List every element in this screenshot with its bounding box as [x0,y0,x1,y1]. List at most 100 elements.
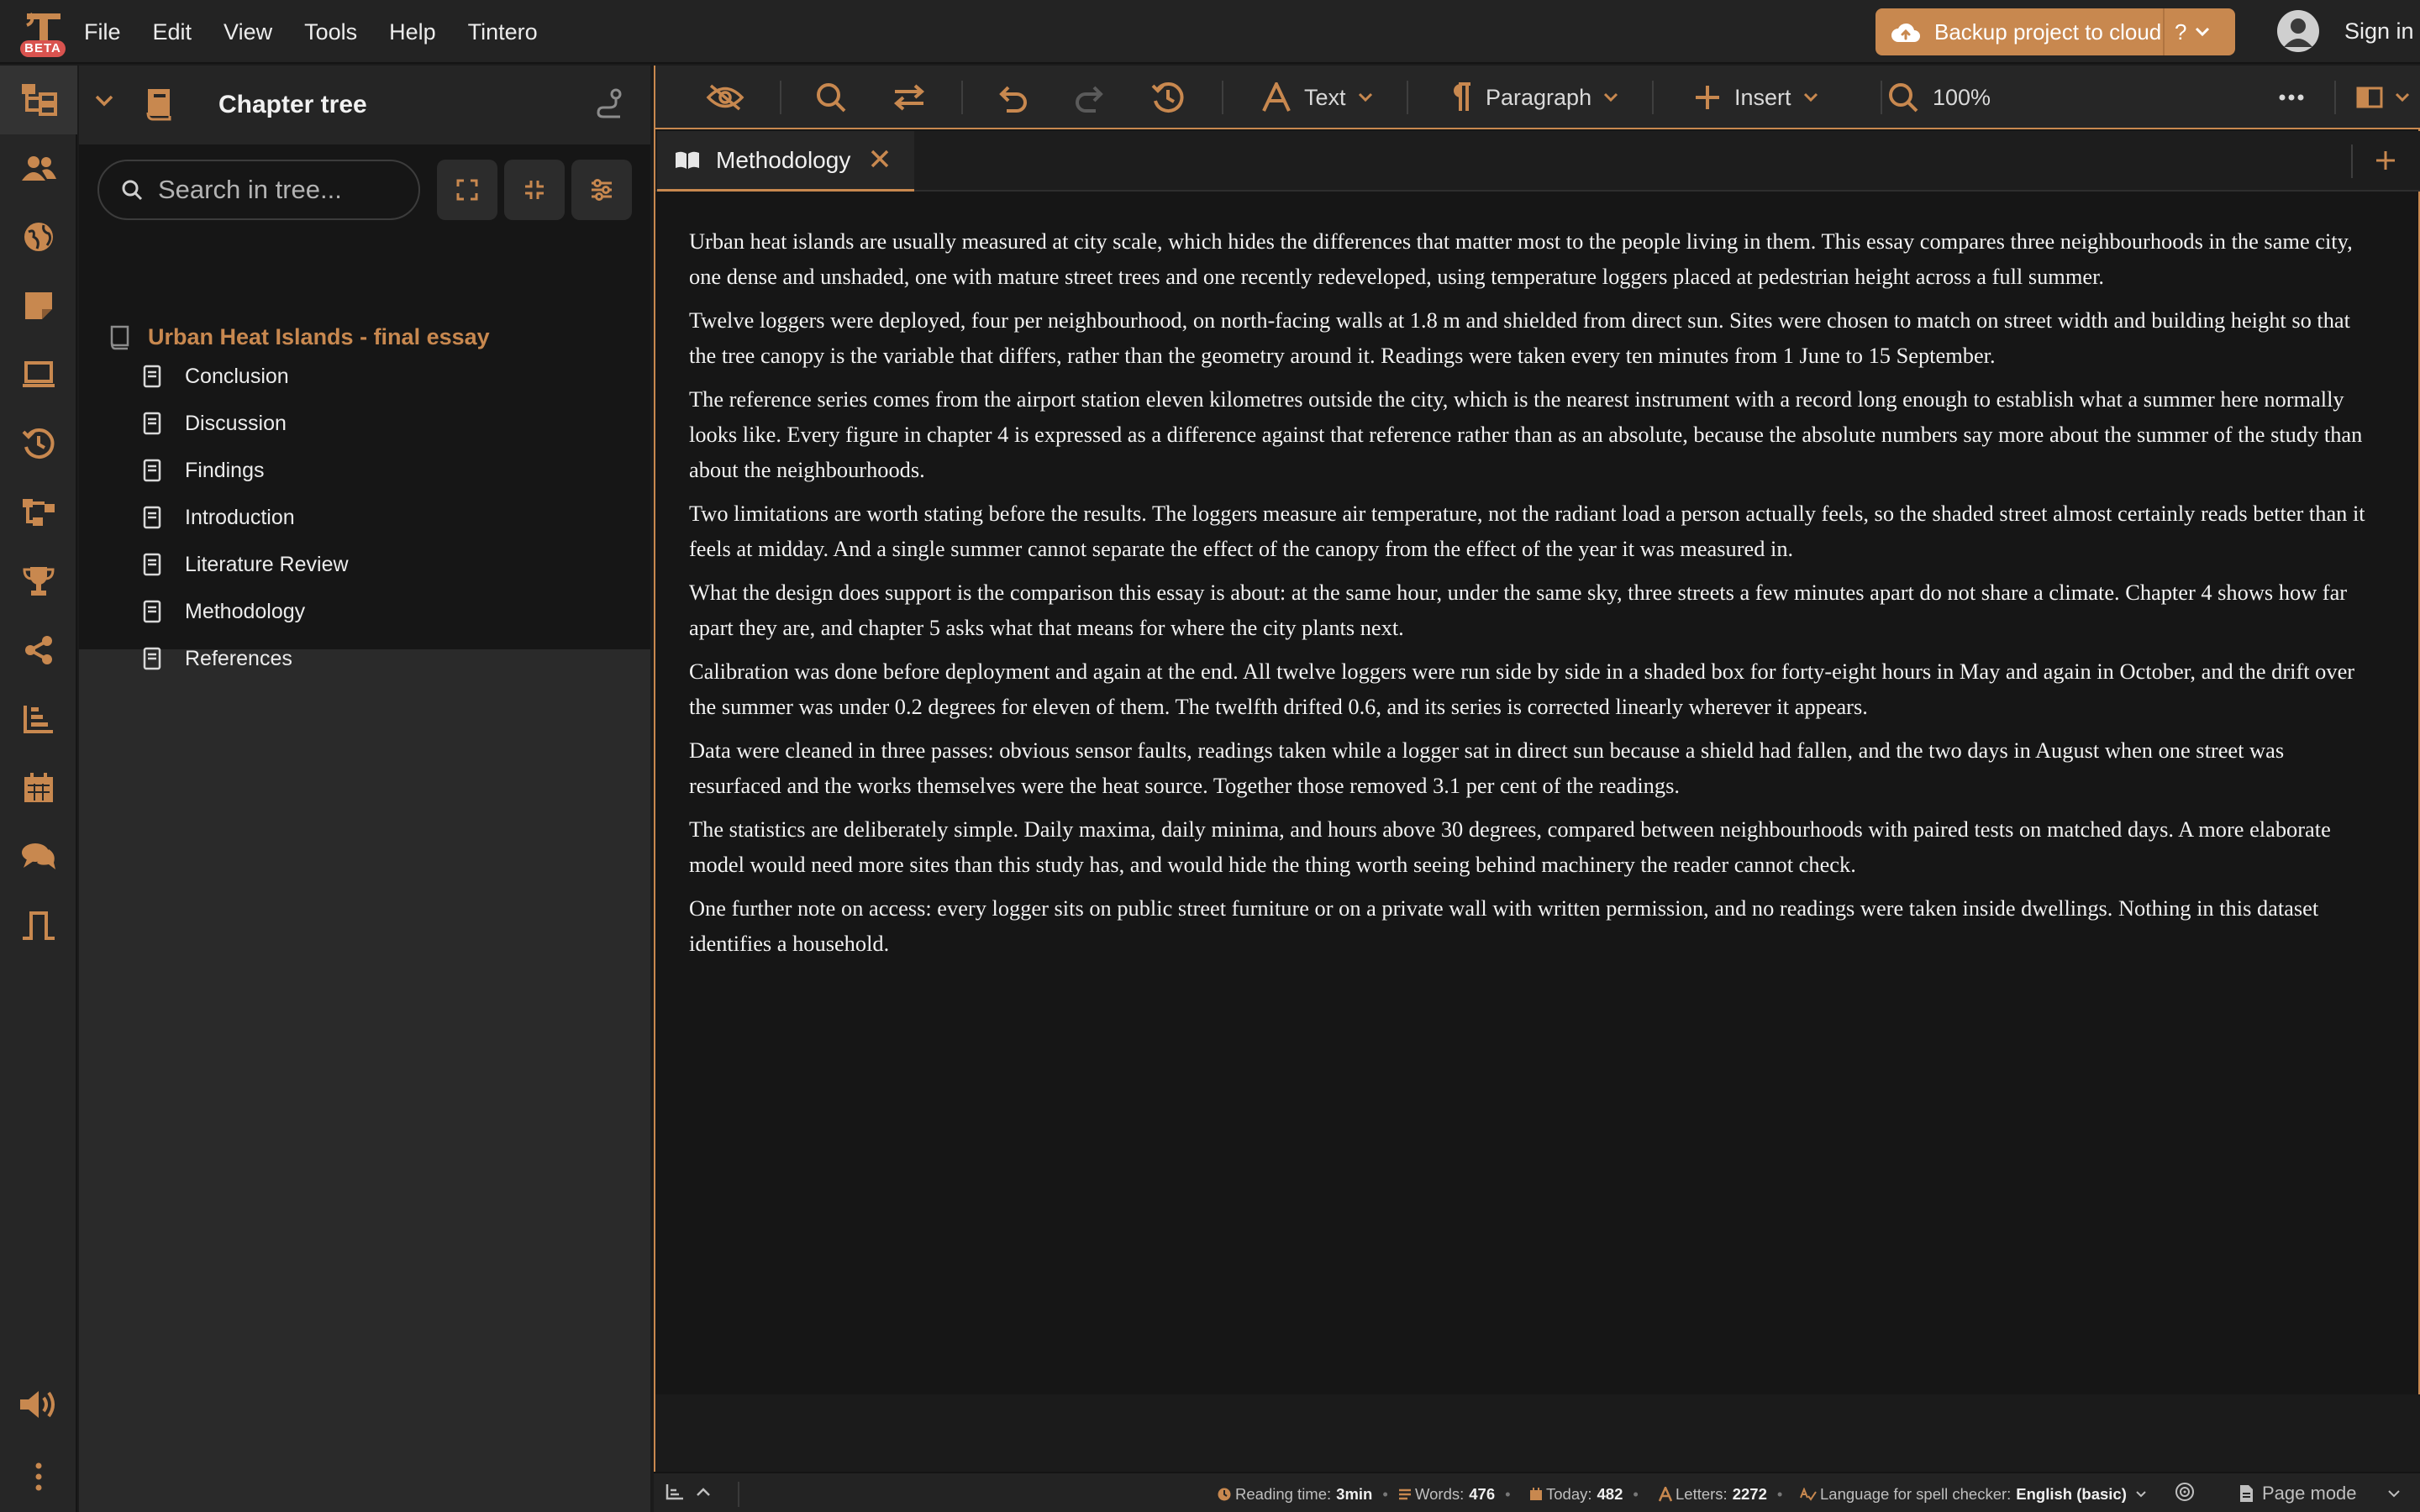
characters-icon[interactable] [18,148,59,188]
spellcheck-language-dropdown[interactable]: Language for spell checker: English (bas… [1800,1485,2150,1504]
menu-view[interactable]: View [224,19,272,45]
chevron-down-icon [1803,92,1818,102]
text-format-label: Text [1304,84,1346,110]
tree-item-conclusion[interactable]: Conclusion [143,360,289,393]
replace-button[interactable] [892,66,926,129]
tree-filter-button[interactable] [571,160,632,220]
page-mode-dropdown[interactable]: Page mode [2238,1483,2404,1504]
chapter-tree-panel: Chapter tree Urban Heat Islands - final … [79,66,650,1512]
history-icon[interactable] [18,423,59,464]
close-icon[interactable] [869,148,891,170]
insert-dropdown[interactable]: Insert [1694,66,1818,129]
tree-search-field[interactable] [97,160,420,220]
user-avatar-icon[interactable] [2277,10,2319,52]
document-body[interactable]: Urban heat islands are usually measured … [689,223,2370,969]
search-button[interactable] [815,66,847,129]
text-format-dropdown[interactable]: Text [1262,66,1373,129]
sliders-icon [592,179,612,201]
undo-button[interactable] [997,66,1028,129]
target-icon [2175,1483,2194,1501]
zoom-control[interactable]: 100% [1887,66,1991,129]
app-logo[interactable]: BETA [15,8,71,59]
tree-item-methodology[interactable]: Methodology [143,595,305,628]
expand-icon [456,179,478,201]
sign-in-link[interactable]: Sign in [2344,18,2414,45]
trophy-icon[interactable] [18,561,59,601]
chat-icon[interactable] [18,837,59,877]
collapse-chevron-icon[interactable] [94,94,114,108]
paragraph-dropdown[interactable]: Paragraph [1447,66,1618,129]
chapter-tree-icon[interactable] [18,79,59,119]
tree-item-introduction[interactable]: Introduction [143,501,295,534]
calendar-icon[interactable] [18,768,59,808]
menu-file[interactable]: File [84,19,121,45]
focus-mode-button[interactable] [706,66,744,129]
document-icon [143,365,161,388]
tree-item-literature-review[interactable]: Literature Review [143,548,349,581]
route-icon[interactable] [595,87,623,119]
notes-icon[interactable] [18,286,59,326]
spellcheck-icon [1800,1488,1817,1501]
tree-project-root[interactable]: Urban Heat Islands - final essay [109,324,490,350]
today-value: 482 [1597,1485,1623,1503]
flow-icon[interactable] [18,492,59,533]
paragraph[interactable]: One further note on access: every logger… [689,890,2370,961]
tree-item-label: Methodology [185,599,306,623]
paragraph[interactable]: Two limitations are worth stating before… [689,496,2370,566]
more-options-button[interactable] [2279,66,2304,129]
menu-help[interactable]: Help [389,19,436,45]
paragraph[interactable]: Calibration was done before deployment a… [689,654,2370,724]
chevron-up-icon[interactable] [696,1487,711,1497]
menu-tintero[interactable]: Tintero [468,19,538,45]
document-tab-bar: Methodology [655,131,2420,192]
backup-help-dropdown[interactable]: ? [2175,8,2210,55]
tree-item-references[interactable]: References [143,642,292,675]
split-view-icon [2356,87,2383,108]
letter-count-stat: Letters: 2272 • [1659,1485,1782,1504]
eye-off-icon [706,84,744,111]
paragraph-label: Paragraph [1486,84,1592,110]
sound-icon[interactable] [18,1384,59,1425]
chapter-book-icon [146,89,171,121]
menu-tools[interactable]: Tools [304,19,357,45]
tree-item-findings[interactable]: Findings [143,454,265,487]
stats-icon[interactable] [18,699,59,739]
paragraph[interactable]: What the design does support is the comp… [689,575,2370,645]
reading-time-label: Reading time: [1235,1485,1332,1503]
today-label: Today: [1546,1485,1592,1503]
tab-methodology[interactable]: Methodology [657,131,914,192]
help-label: ? [2175,18,2187,45]
collapse-all-button[interactable] [504,160,565,220]
timeline-icon[interactable] [18,906,59,946]
language-label: Language for spell checker: [1820,1485,2012,1503]
tab-label: Methodology [716,146,851,173]
world-icon[interactable] [18,217,59,257]
tree-search-input[interactable] [158,175,410,205]
laptop-icon[interactable] [18,354,59,395]
paragraph[interactable]: Twelve loggers were deployed, four per n… [689,302,2370,373]
zoom-label: 100% [1933,84,1991,110]
plus-icon [1696,86,1719,109]
redo-button[interactable] [1074,66,1106,129]
more-vertical-icon[interactable] [18,1457,59,1497]
stats-toggle-icon[interactable] [666,1483,684,1500]
chapter-tree-title: Chapter tree [218,91,367,118]
backup-project-button[interactable]: Backup project to cloud ? [1876,8,2235,55]
add-tab-icon[interactable] [2375,150,2396,171]
paragraph[interactable]: Data were cleaned in three passes: obvio… [689,732,2370,803]
paragraph[interactable]: Urban heat islands are usually measured … [689,223,2370,294]
layout-toggle-button[interactable] [2356,66,2410,129]
menu-edit[interactable]: Edit [153,19,192,45]
tree-item-label: Literature Review [185,552,349,576]
letters-label: Letters: [1676,1485,1728,1503]
share-icon[interactable] [18,630,59,670]
tree-item-discussion[interactable]: Discussion [143,407,287,440]
chevron-down-icon [1358,92,1372,102]
version-history-button[interactable] [1151,66,1185,129]
paragraph[interactable]: The statistics are deliberately simple. … [689,811,2370,882]
status-bar: Reading time: 3min • Words: 476 • Today:… [654,1472,2420,1512]
paragraph[interactable]: The reference series comes from the airp… [689,381,2370,487]
expand-all-button[interactable] [437,160,497,220]
goal-target-button[interactable] [2175,1482,2198,1502]
pilcrow-icon [1454,82,1470,111]
